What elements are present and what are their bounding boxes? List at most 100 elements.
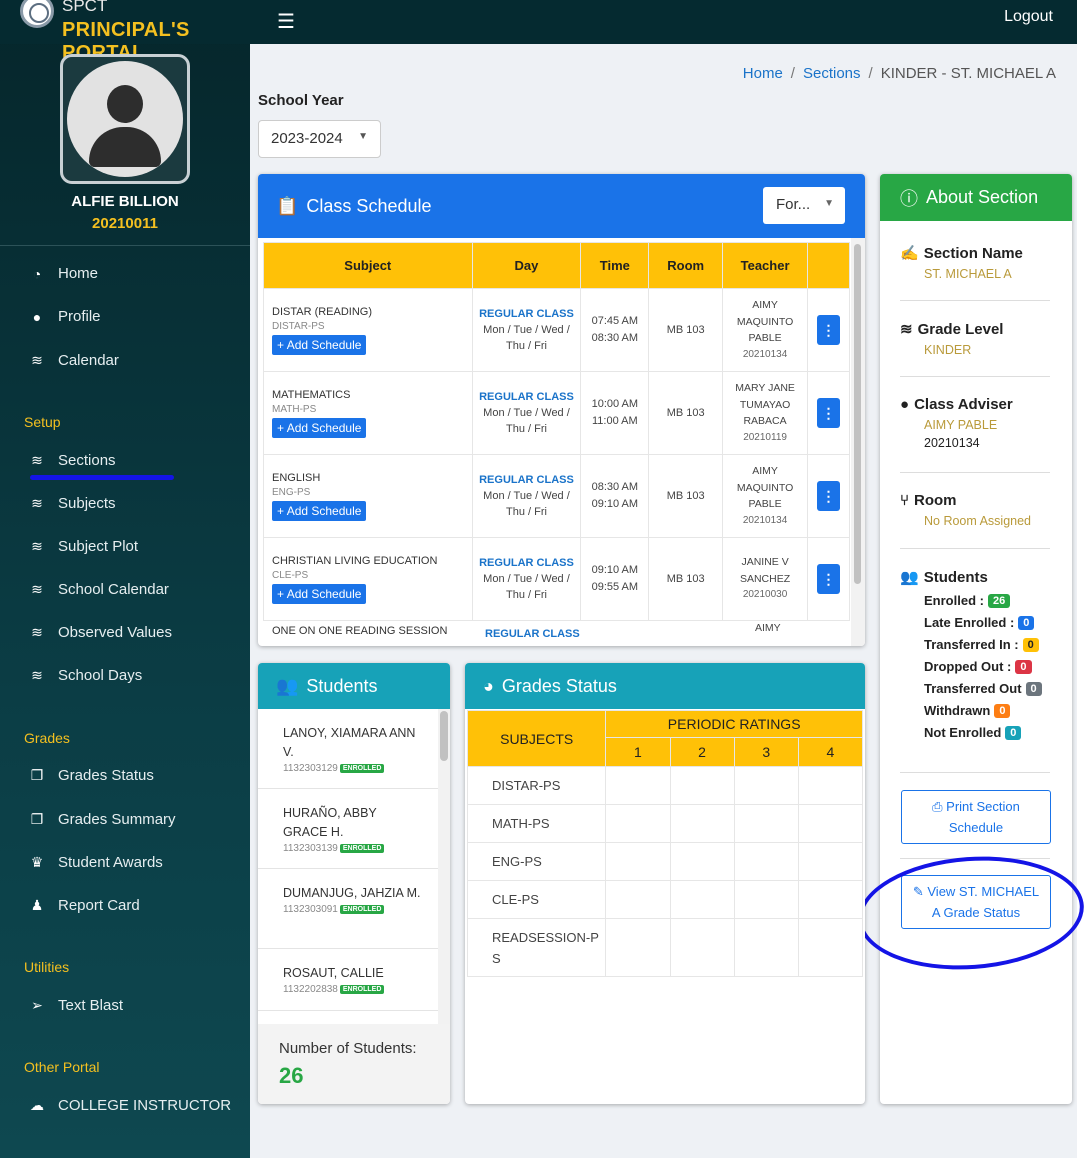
teacher-id: 20210030 <box>742 589 788 601</box>
students-stats-label: Students <box>923 568 988 586</box>
about-section-header: ⓘ About Section <box>880 174 1072 221</box>
layers-icon: ≋ <box>31 495 43 511</box>
sidebar-item-profile[interactable]: ● Profile <box>28 308 101 325</box>
chair-icon: ⑂ <box>900 492 910 509</box>
sidebar-item-label: Sections <box>58 452 116 469</box>
list-item[interactable]: HURAÑO, ABBY GRACE H. 1132303139 ENROLLED <box>258 789 438 869</box>
avatar <box>60 54 190 184</box>
school-logo-icon <box>20 0 54 28</box>
column-header-time: Time <box>580 242 650 289</box>
sidebar: SPCT PRINCIPAL'S PORTAL ALFIE BILLION 20… <box>0 0 250 1158</box>
class-type: REGULAR CLASS <box>485 628 580 640</box>
school-year-label: School Year <box>258 92 344 109</box>
schedule-scrollbar[interactable] <box>851 238 865 646</box>
add-schedule-button[interactable]: + Add Schedule <box>272 334 367 355</box>
breadcrumb-sections[interactable]: Sections <box>803 65 861 82</box>
menu-toggle-icon[interactable]: ☰ <box>277 9 295 34</box>
info-icon: ⓘ <box>900 188 918 209</box>
add-schedule-button[interactable]: + Add Schedule <box>272 583 367 604</box>
sidebar-item-label: Observed Values <box>58 624 172 641</box>
sidebar-item-label: Home <box>58 265 99 282</box>
list-item[interactable]: LANOY, XIAMARA ANN V. 1132303129 ENROLLED <box>258 709 438 789</box>
column-header-period: 1 <box>605 736 671 768</box>
start-time: 08:30 AM <box>591 481 639 493</box>
sidebar-item-home[interactable]: ◔ Home <box>28 265 98 282</box>
schedule-table: Subject Day Time Room Teacher DISTAR (RE… <box>263 242 850 621</box>
user-avatar-icon <box>67 61 183 177</box>
sidebar-item-school-days[interactable]: ≋ School Days <box>28 667 142 684</box>
stat-transferred-in: Transferred In :0 <box>900 637 1050 652</box>
scrollbar-thumb[interactable] <box>440 711 448 761</box>
copy-icon: ❐ <box>30 767 44 783</box>
button-label: Add Schedule <box>286 420 362 435</box>
subject-name: ENGLISH <box>272 471 321 484</box>
student-name: ROSAUT, CALLIE <box>283 966 384 980</box>
sidebar-item-college-instructor[interactable]: ☁ COLLEGE INSTRUCTOR <box>28 1097 231 1114</box>
layers-icon: ≋ <box>31 667 43 683</box>
students-footer: Number of Students: 26 <box>258 1024 450 1104</box>
students-scrollbar[interactable] <box>438 709 450 1024</box>
grades-status-header: ◕ Grades Status <box>465 663 865 709</box>
start-time: 10:00 AM <box>591 398 639 410</box>
add-schedule-button[interactable]: + Add Schedule <box>272 500 367 521</box>
section-name-block: ✍ Section Name ST. MICHAEL A <box>900 244 1050 282</box>
divider <box>900 376 1050 377</box>
breadcrumb-home[interactable]: Home <box>743 65 783 82</box>
sidebar-item-report-card[interactable]: ♟ Report Card <box>28 897 140 914</box>
sidebar-item-school-calendar[interactable]: ≋ School Calendar <box>28 581 169 598</box>
row-actions-button[interactable]: ⋮ <box>817 564 840 594</box>
sidebar-item-grades-status[interactable]: ❐ Grades Status <box>28 767 154 784</box>
kebab-menu-icon: ⋮ <box>821 571 836 587</box>
row-actions-button[interactable]: ⋮ <box>817 315 840 345</box>
sidebar-item-calendar[interactable]: ≋ Calendar <box>28 352 119 369</box>
status-badge: 0 <box>1005 725 1022 740</box>
sidebar-item-label: Text Blast <box>58 997 124 1014</box>
column-header-periodic-ratings: PERIODIC RATINGS <box>605 710 863 738</box>
add-schedule-button[interactable]: + Add Schedule <box>272 417 367 438</box>
sidebar-item-label: Subjects <box>58 495 116 512</box>
teacher-name: RABACA <box>743 415 787 427</box>
sidebar-item-student-awards[interactable]: ♛ Student Awards <box>28 854 163 871</box>
teacher-name: PABLE <box>748 332 782 344</box>
stat-label: Transferred In : <box>924 637 1019 652</box>
list-item[interactable]: DUMANJUG, JAHZIA M. 1132303091 ENROLLED <box>258 869 438 949</box>
table-row: CLE-PS <box>466 880 864 919</box>
scrollbar-thumb[interactable] <box>854 244 861 584</box>
sidebar-item-grades-summary[interactable]: ❐ Grades Summary <box>28 811 176 828</box>
sidebar-item-text-blast[interactable]: ➢ Text Blast <box>28 997 123 1014</box>
stat-transferred-out: Transferred Out 0 <box>900 681 1050 696</box>
row-actions-button[interactable]: ⋮ <box>817 481 840 511</box>
table-row: CHRISTIAN LIVING EDUCATION CLE-PS + Add Sc… <box>263 537 850 621</box>
brand-short-name: SPCT <box>62 0 108 15</box>
users-icon: 👥 <box>276 675 299 696</box>
button-label: Print Section Schedule <box>946 799 1020 835</box>
start-time: 07:45 AM <box>591 315 639 327</box>
student-id: 1132303139 <box>283 843 338 854</box>
teacher-name: PABLE <box>748 498 782 510</box>
print-section-schedule-button[interactable]: ⎙ Print Section Schedule <box>901 790 1051 844</box>
sidebar-item-observed-values[interactable]: ≋ Observed Values <box>28 624 172 641</box>
logout-link[interactable]: Logout <box>1004 8 1053 26</box>
list-item[interactable]: ROSAUT, CALLIE 1132202838 ENROLLED <box>258 949 438 1011</box>
sidebar-item-subject-plot[interactable]: ≋ Subject Plot <box>28 538 138 555</box>
schedule-filter-select[interactable]: For... ▼ <box>763 187 845 224</box>
section-name-label: Section Name <box>923 244 1023 262</box>
sidebar-item-sections[interactable]: ≋ Sections <box>28 452 116 469</box>
room-cell: MB 103 <box>648 537 724 621</box>
grade-level-block: ≋ Grade Level KINDER <box>900 320 1050 358</box>
dashboard-icon: ◔ <box>32 265 42 282</box>
sidebar-item-subjects[interactable]: ≋ Subjects <box>28 495 116 512</box>
sidebar-heading-setup: Setup <box>24 414 61 430</box>
status-badge: 0 <box>1022 637 1039 652</box>
divider <box>900 472 1050 473</box>
sidebar-heading-utilities: Utilities <box>24 959 70 975</box>
row-actions-button[interactable]: ⋮ <box>817 398 840 428</box>
sidebar-item-label: Report Card <box>58 897 140 914</box>
student-name: HURAÑO, ABBY GRACE H. <box>283 806 377 839</box>
user-name: ALFIE BILLION <box>71 193 179 210</box>
students-header: 👥 Students <box>258 663 450 709</box>
divider <box>900 772 1050 773</box>
school-year-select[interactable]: 2023-2024 ▼ <box>258 120 381 158</box>
button-label: Add Schedule <box>286 337 362 352</box>
plus-icon: + <box>277 586 287 601</box>
